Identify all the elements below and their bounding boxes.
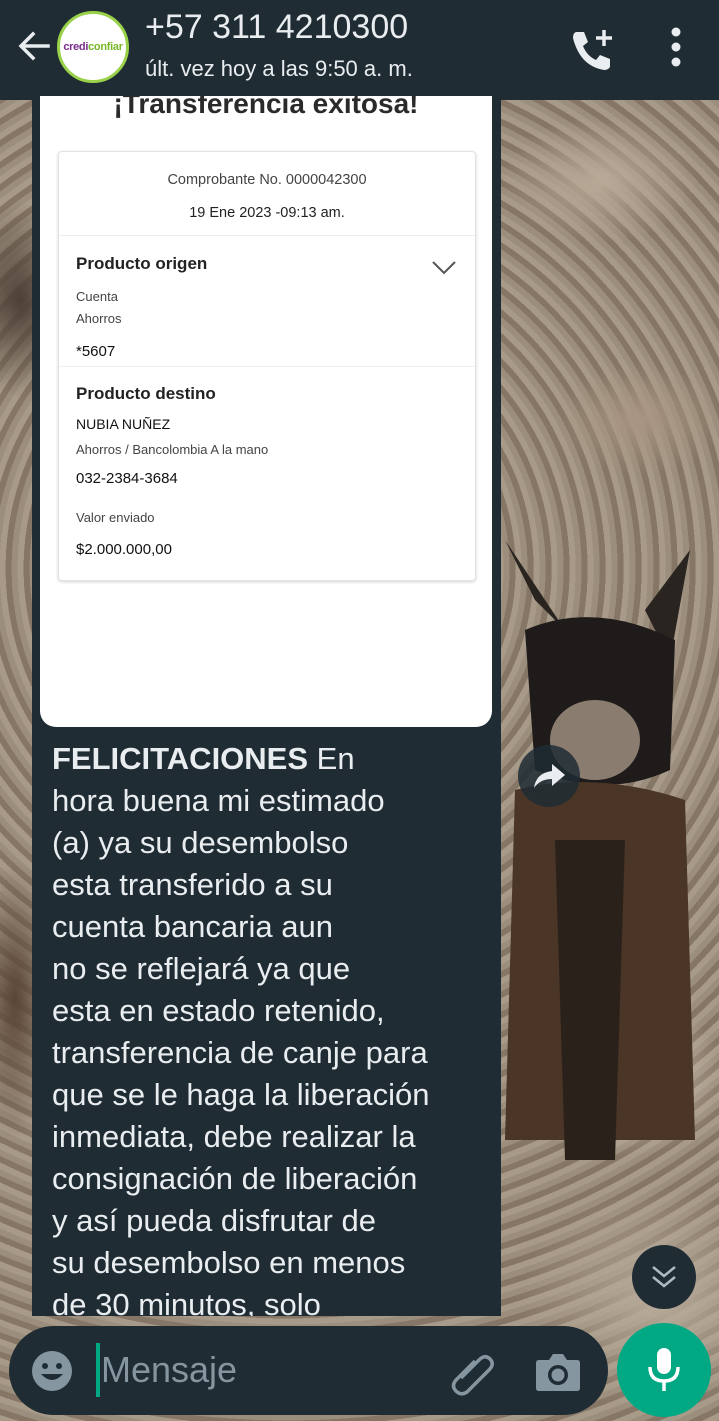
crediconfiar-logo: crediconfiar <box>63 41 123 53</box>
message-line: En <box>308 741 355 776</box>
origin-product-title: Producto origen <box>76 254 208 273</box>
camera-icon[interactable] <box>535 1350 581 1392</box>
attachment-icon[interactable] <box>447 1348 495 1396</box>
contact-name[interactable]: +57 311 4210300 <box>145 8 408 47</box>
add-call-icon[interactable] <box>568 26 616 72</box>
message-composer <box>9 1326 608 1415</box>
voice-message-button[interactable] <box>617 1323 711 1417</box>
transfer-receipt-image[interactable]: ¡Transferencia exitosa! Comprobante No. … <box>40 96 492 727</box>
scroll-to-bottom-button[interactable] <box>632 1245 696 1309</box>
message-line: que se le haga la liberación <box>52 1077 430 1112</box>
message-line: consignación de liberación <box>52 1161 418 1196</box>
back-arrow-icon[interactable] <box>14 26 54 66</box>
message-text: FELICITACIONES En hora buena mi estimado… <box>52 738 492 1316</box>
double-chevron-down-icon <box>652 1266 676 1288</box>
emoji-icon[interactable] <box>31 1350 73 1392</box>
chat-header: crediconfiar +57 311 4210300 últ. vez ho… <box>0 0 719 100</box>
message-line: transferencia de canje para <box>52 1035 428 1070</box>
forward-arrow-icon <box>534 764 565 788</box>
forward-button[interactable] <box>518 745 580 807</box>
message-line: no se reflejará ya que <box>52 951 351 986</box>
chevron-down-icon <box>432 261 456 275</box>
contact-avatar[interactable]: crediconfiar <box>57 11 129 83</box>
voucher-date: 19 Ene 2023 -09:13 am. <box>189 205 345 221</box>
incoming-message-bubble[interactable]: ¡Transferencia exitosa! Comprobante No. … <box>32 96 501 1316</box>
wallpaper-dog-photo <box>505 540 695 1160</box>
message-line: esta transferido a su <box>52 867 333 902</box>
destination-bank: Ahorros / Bancolombia A la mano <box>76 442 269 457</box>
receipt-card: Comprobante No. 0000042300 19 Ene 2023 -… <box>58 151 476 581</box>
amount-value: $2.000.000,00 <box>76 541 172 558</box>
destination-name: NUBIA NUÑEZ <box>76 416 171 432</box>
origin-account: *5607 <box>76 343 116 360</box>
message-line: esta en estado retenido, <box>52 993 385 1028</box>
origin-type-label: Cuenta <box>76 289 118 304</box>
message-line: y así pueda disfrutar de <box>52 1203 376 1238</box>
destination-account: 032-2384-3684 <box>76 470 178 487</box>
microphone-icon <box>648 1348 680 1391</box>
section-divider <box>59 366 475 367</box>
receipt-card-header: Comprobante No. 0000042300 19 Ene 2023 -… <box>59 152 475 236</box>
message-line: de 30 minutos, solo <box>52 1287 321 1316</box>
text-cursor <box>96 1343 100 1397</box>
last-seen-status: últ. vez hoy a las 9:50 a. m. <box>145 56 413 81</box>
more-options-icon[interactable] <box>664 24 688 70</box>
voucher-number: Comprobante No. 0000042300 <box>167 172 367 188</box>
message-line: inmediata, debe realizar la <box>52 1119 416 1154</box>
origin-type-value: Ahorros <box>76 311 122 326</box>
destination-product-title: Producto destino <box>76 384 216 403</box>
message-line: su desembolso en menos <box>52 1245 406 1280</box>
message-line: hora buena mi estimado <box>52 783 385 818</box>
amount-label: Valor enviado <box>76 510 155 525</box>
message-line: cuenta bancaria aun <box>52 909 333 944</box>
message-bold-lead: FELICITACIONES <box>52 741 309 776</box>
message-input[interactable] <box>101 1342 421 1398</box>
message-line: (a) ya su desembolso <box>52 825 349 860</box>
receipt-title: ¡Transferencia exitosa! <box>113 96 419 119</box>
